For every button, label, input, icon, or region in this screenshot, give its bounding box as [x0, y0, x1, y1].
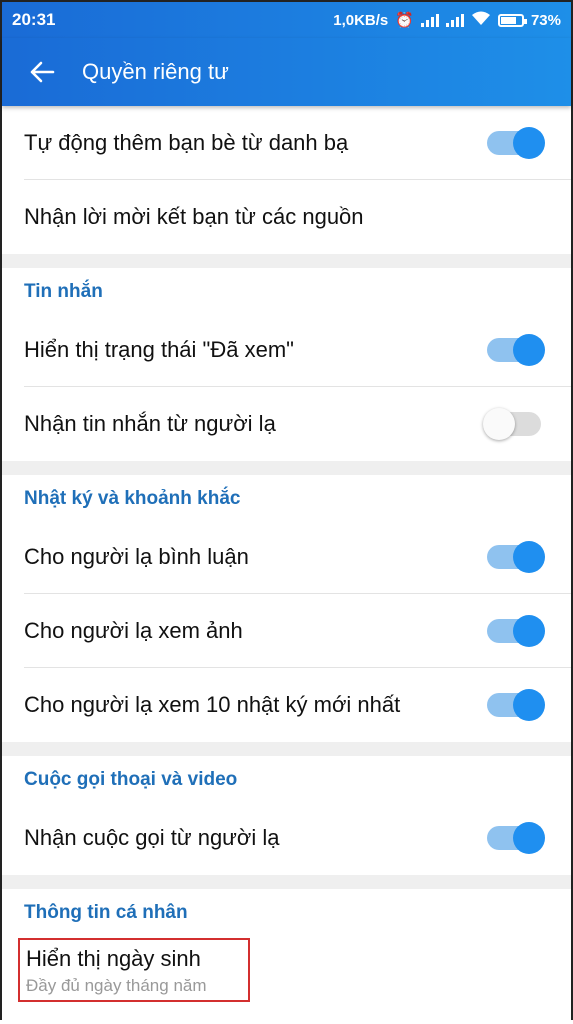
calls-strangers-toggle[interactable] [487, 822, 545, 854]
setting-seen-status[interactable]: Hiển thị trạng thái "Đã xem" [2, 313, 571, 387]
stranger-comment-toggle[interactable] [487, 541, 545, 573]
setting-label: Nhận tin nhắn từ người lạ [24, 411, 276, 436]
setting-calls-from-strangers[interactable]: Nhận cuộc gọi từ người lạ [2, 801, 571, 875]
setting-label: Hiển thị ngày sinh [26, 946, 201, 971]
setting-value: Đầy đủ ngày tháng năm [26, 976, 207, 995]
setting-label: Nhận lời mời kết bạn từ các nguồn [24, 204, 364, 229]
setting-label: Cho người lạ bình luận [24, 544, 249, 569]
setting-receive-invites[interactable]: Nhận lời mời kết bạn từ các nguồn [2, 180, 571, 254]
wifi-icon [471, 11, 491, 30]
section-gap [2, 742, 571, 756]
status-icons: 1,0KB/s ⏰ 73% [333, 11, 561, 30]
setting-label: Cho người lạ xem ảnh [24, 618, 243, 643]
section-gap [2, 461, 571, 475]
messages-strangers-toggle[interactable] [483, 408, 541, 440]
status-time: 20:31 [12, 10, 56, 29]
signal-icon [420, 13, 439, 27]
setting-stranger-comment[interactable]: Cho người lạ bình luận [2, 520, 571, 594]
setting-stranger-10-diaries[interactable]: Cho người lạ xem 10 nhật ký mới nhất [2, 668, 571, 742]
setting-show-birthday[interactable]: Hiển thị ngày sinh Đầy đủ ngày tháng năm [2, 934, 571, 1024]
section-gap [2, 875, 571, 889]
battery-percent: 73% [530, 11, 561, 29]
page-title: Quyền riêng tư [82, 59, 229, 84]
status-bar: 20:31 1,0KB/s ⏰ 73% [2, 2, 571, 38]
arrow-left-icon [30, 61, 55, 83]
back-button[interactable] [2, 38, 82, 106]
settings-list: Tự động thêm bạn bè từ danh bạ Nhận lời … [2, 106, 571, 1024]
network-speed: 1,0KB/s [333, 11, 389, 29]
section-title-messages: Tin nhắn [2, 268, 571, 313]
setting-label: Nhận cuộc gọi từ người lạ [24, 825, 280, 850]
section-title-calls: Cuộc gọi thoại và video [2, 756, 571, 801]
setting-label: Cho người lạ xem 10 nhật ký mới nhất [24, 692, 401, 717]
seen-status-toggle[interactable] [487, 334, 545, 366]
setting-auto-add-friends[interactable]: Tự động thêm bạn bè từ danh bạ [2, 106, 571, 180]
app-bar: Quyền riêng tư [2, 38, 571, 106]
setting-label: Hiển thị trạng thái "Đã xem" [24, 337, 294, 362]
stranger-10-diaries-toggle[interactable] [487, 689, 545, 721]
section-title-diary: Nhật ký và khoảnh khắc [2, 475, 571, 520]
section-title-personal: Thông tin cá nhân [2, 889, 571, 934]
battery-icon [497, 13, 527, 27]
signal-icon-2 [445, 13, 464, 27]
setting-label: Tự động thêm bạn bè từ danh bạ [24, 130, 349, 155]
auto-add-toggle[interactable] [487, 127, 545, 159]
setting-stranger-photos[interactable]: Cho người lạ xem ảnh [2, 594, 571, 668]
stranger-photos-toggle[interactable] [487, 615, 545, 647]
alarm-icon: ⏰ [395, 12, 414, 29]
setting-messages-from-strangers[interactable]: Nhận tin nhắn từ người lạ [2, 387, 571, 461]
section-gap [2, 254, 571, 268]
